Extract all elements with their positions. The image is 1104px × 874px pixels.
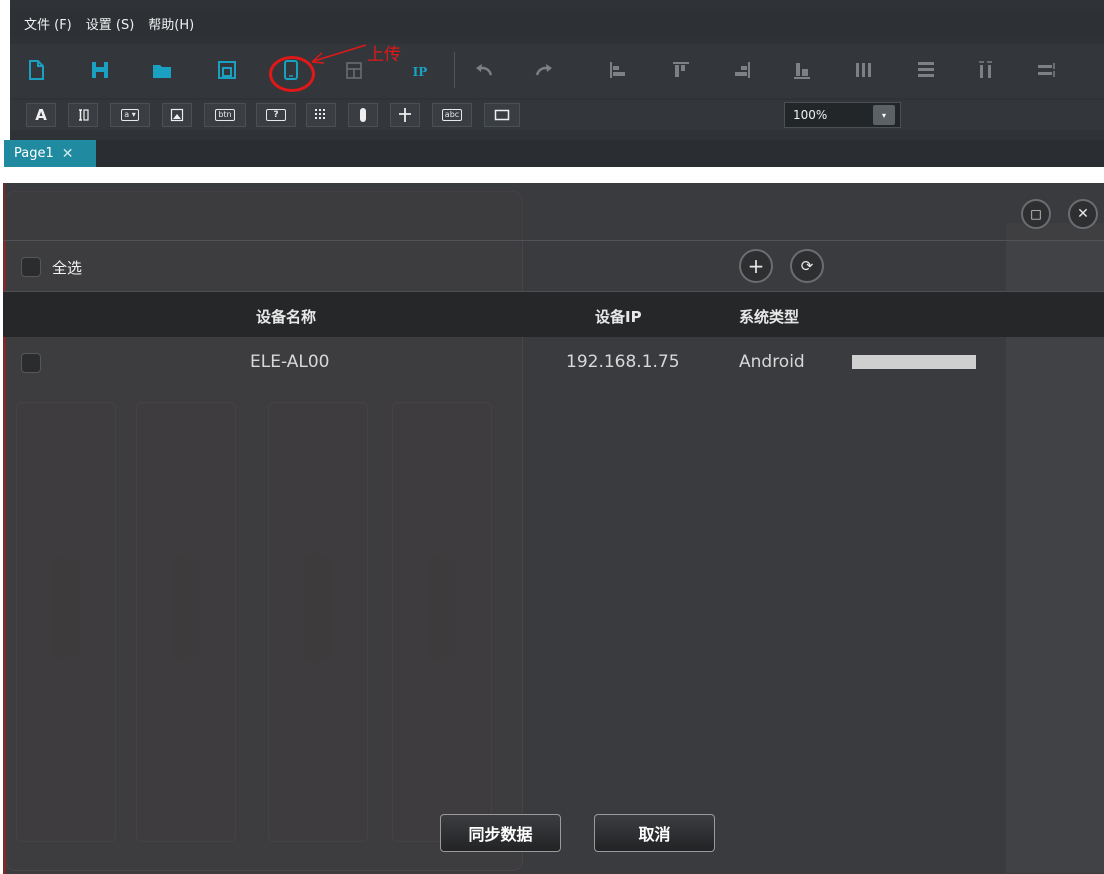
close-icon[interactable]: ✕ [1068,199,1098,229]
grid-widget-icon[interactable] [306,103,336,127]
background-channel-strip [16,402,116,842]
menu-settings[interactable]: 设置 (S) [86,14,135,33]
rectangle-widget-icon[interactable] [484,103,520,127]
upload-annotation-label: 上传 [367,45,401,65]
close-icon[interactable]: ✕ [62,146,74,162]
new-file-icon[interactable] [24,58,48,82]
background-channel-strip [136,402,236,842]
tab-page1[interactable]: Page1 ✕ [4,140,96,167]
add-icon[interactable]: + [739,249,773,283]
widget-toolbar: A a ▾ btn ? abc 100% ▾ [10,100,1104,130]
page-tab-bar: Page1 ✕ [4,140,1104,167]
distribute-vertical-icon[interactable] [914,58,938,82]
ip-settings-icon[interactable]: IP [408,60,432,84]
upload-dialog: □ ✕ 全选 + ⟳ 设备名称 设备IP 系统类型 ELE-AL00 192.1… [3,183,1104,874]
align-top-icon[interactable] [669,58,693,82]
table-row[interactable]: ELE-AL00 192.168.1.75 Android [3,339,1104,385]
redo-icon[interactable] [532,58,556,82]
open-folder-icon[interactable] [150,58,174,82]
dialog-titlebar: □ ✕ [3,183,1104,241]
image-widget-icon[interactable] [162,103,192,127]
menu-bar: 文件 (F) 设置 (S) 帮助(H) [10,9,1104,37]
same-width-icon[interactable] [974,58,998,82]
text-widget-button[interactable]: A [26,103,56,127]
textbox-widget-icon[interactable] [68,103,98,127]
background-channel-strip [268,402,368,842]
export-icon[interactable] [343,58,367,82]
sync-data-button[interactable]: 同步数据 [440,814,561,852]
slider-widget-icon[interactable] [348,103,378,127]
column-device-name: 设备名称 [256,308,317,326]
select-all-bar: 全选 + ⟳ [3,241,1104,291]
column-system-type: 系统类型 [739,308,800,326]
main-toolbar: 上传 IP [10,44,1104,98]
zoom-select[interactable]: 100% ▾ [784,102,901,128]
align-left-icon[interactable] [606,58,630,82]
column-device-ip: 设备IP [595,308,642,326]
save-as-icon[interactable] [215,58,239,82]
cancel-button[interactable]: 取消 [594,814,715,852]
zoom-value: 100% [793,108,828,122]
toolbar-divider [454,52,455,88]
distribute-horizontal-icon[interactable] [852,58,876,82]
device-os: Android [739,352,805,372]
tab-label: Page1 [14,146,54,161]
select-all-label: 全选 [52,259,83,277]
device-checkbox[interactable] [21,353,41,373]
align-right-icon[interactable] [730,58,754,82]
restore-icon[interactable]: □ [1021,199,1051,229]
chevron-down-icon[interactable]: ▾ [873,105,895,125]
select-all-checkbox[interactable] [21,257,41,277]
editor-window: 文件 (F) 设置 (S) 帮助(H) 上传 IP A a ▾ btn ? ab… [4,0,1104,167]
upload-progress-bar [852,355,976,369]
help-widget-button[interactable]: ? [256,103,296,127]
combobox-widget-button[interactable]: a ▾ [110,103,150,127]
device-ip: 192.168.1.75 [566,352,680,372]
button-widget-button[interactable]: btn [204,103,246,127]
refresh-icon[interactable]: ⟳ [790,249,824,283]
line-widget-icon[interactable] [390,103,420,127]
save-icon[interactable] [88,58,112,82]
background-channel-strip [392,402,492,842]
menu-help[interactable]: 帮助(H) [148,14,194,33]
device-name: ELE-AL00 [250,352,330,372]
undo-icon[interactable] [472,58,496,82]
label-widget-button[interactable]: abc [432,103,472,127]
menu-file[interactable]: 文件 (F) [24,14,72,33]
same-height-icon[interactable] [1034,58,1058,82]
device-table-header: 设备名称 设备IP 系统类型 [3,291,1104,337]
align-bottom-icon[interactable] [790,58,814,82]
